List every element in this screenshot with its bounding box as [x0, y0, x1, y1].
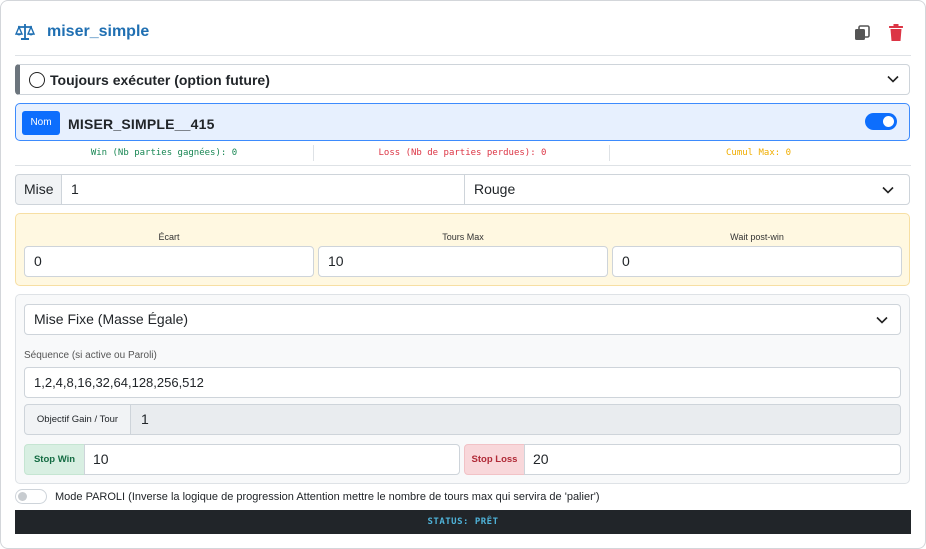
progression-panel: Mise Fixe (Masse Égale) Séquence (si act… [15, 294, 910, 484]
tours-max-input[interactable]: 10 [318, 246, 608, 277]
stats-divider [15, 165, 911, 166]
card-header: miser_simple [15, 13, 911, 53]
loss-stat: Loss (Nb de parties perdues): 0 [313, 145, 611, 161]
page-title: miser_simple [47, 23, 150, 40]
chevron-down-icon [876, 316, 888, 324]
objective-value: 1 [130, 404, 901, 435]
strategy-card: miser_simple Toujours exécuter (option f… [0, 0, 926, 549]
copy-icon[interactable] [853, 24, 871, 42]
execution-mode-select[interactable]: Toujours exécuter (option future) [15, 64, 910, 95]
trash-icon[interactable] [888, 24, 904, 42]
color-select-value: Rouge [474, 181, 516, 197]
win-stat: Win (Nb parties gagnées): 0 [90, 148, 238, 158]
name-badge: Nom [22, 111, 60, 135]
stop-win-input[interactable]: 10 [84, 444, 460, 475]
toggle-knob [18, 492, 27, 501]
header-divider [15, 55, 911, 56]
strategy-name-input[interactable]: MISER_SIMPLE__415 [68, 116, 215, 132]
circle-icon [29, 72, 45, 88]
sequence-label: Séquence (si active ou Paroli) [24, 350, 157, 361]
status-bar: STATUS: PRÊT [15, 510, 911, 534]
sequence-input[interactable]: 1,2,4,8,16,32,64,128,256,512 [24, 367, 901, 398]
strategy-name-bar: Nom MISER_SIMPLE__415 [15, 103, 910, 141]
cumul-max-stat: Cumul Max: 0 [609, 145, 907, 161]
stop-loss-input[interactable]: 20 [524, 444, 901, 475]
stop-loss-group: Stop Loss 20 [464, 444, 901, 475]
progression-select[interactable]: Mise Fixe (Masse Égale) [24, 304, 901, 335]
balance-scale-icon [15, 24, 35, 40]
strategy-enabled-toggle[interactable] [865, 113, 897, 130]
ecart-label: Écart [158, 232, 180, 242]
wait-post-win-label: Wait post-win [730, 232, 784, 242]
wait-post-win-input[interactable]: 0 [612, 246, 902, 277]
objective-group: Objectif Gain / Tour 1 [24, 404, 901, 435]
paroli-label: Mode PAROLI (Inverse la logique de progr… [55, 491, 600, 503]
bet-input[interactable]: 1 [61, 174, 465, 205]
color-select[interactable]: Rouge [464, 174, 910, 205]
bet-group: Mise 1 Rouge [15, 174, 910, 205]
ecart-input[interactable]: 0 [24, 246, 314, 277]
execution-mode-value: Toujours exécuter (option future) [50, 72, 270, 88]
tours-max-label: Tours Max [442, 232, 484, 242]
params-panel: Écart 0 Tours Max 10 Wait post-win 0 [15, 213, 910, 286]
chevron-down-icon [887, 75, 899, 83]
stop-loss-label: Stop Loss [464, 444, 525, 475]
paroli-toggle[interactable] [15, 489, 47, 504]
chevron-down-icon [882, 186, 894, 194]
toggle-knob [883, 116, 894, 127]
objective-label: Objectif Gain / Tour [24, 404, 131, 435]
stop-win-label: Stop Win [24, 444, 85, 475]
progression-select-value: Mise Fixe (Masse Égale) [34, 311, 189, 327]
stop-win-group: Stop Win 10 [24, 444, 460, 475]
stats-row: Win (Nb parties gagnées): 0 Loss (Nb de … [15, 145, 911, 163]
bet-label: Mise [15, 174, 62, 205]
